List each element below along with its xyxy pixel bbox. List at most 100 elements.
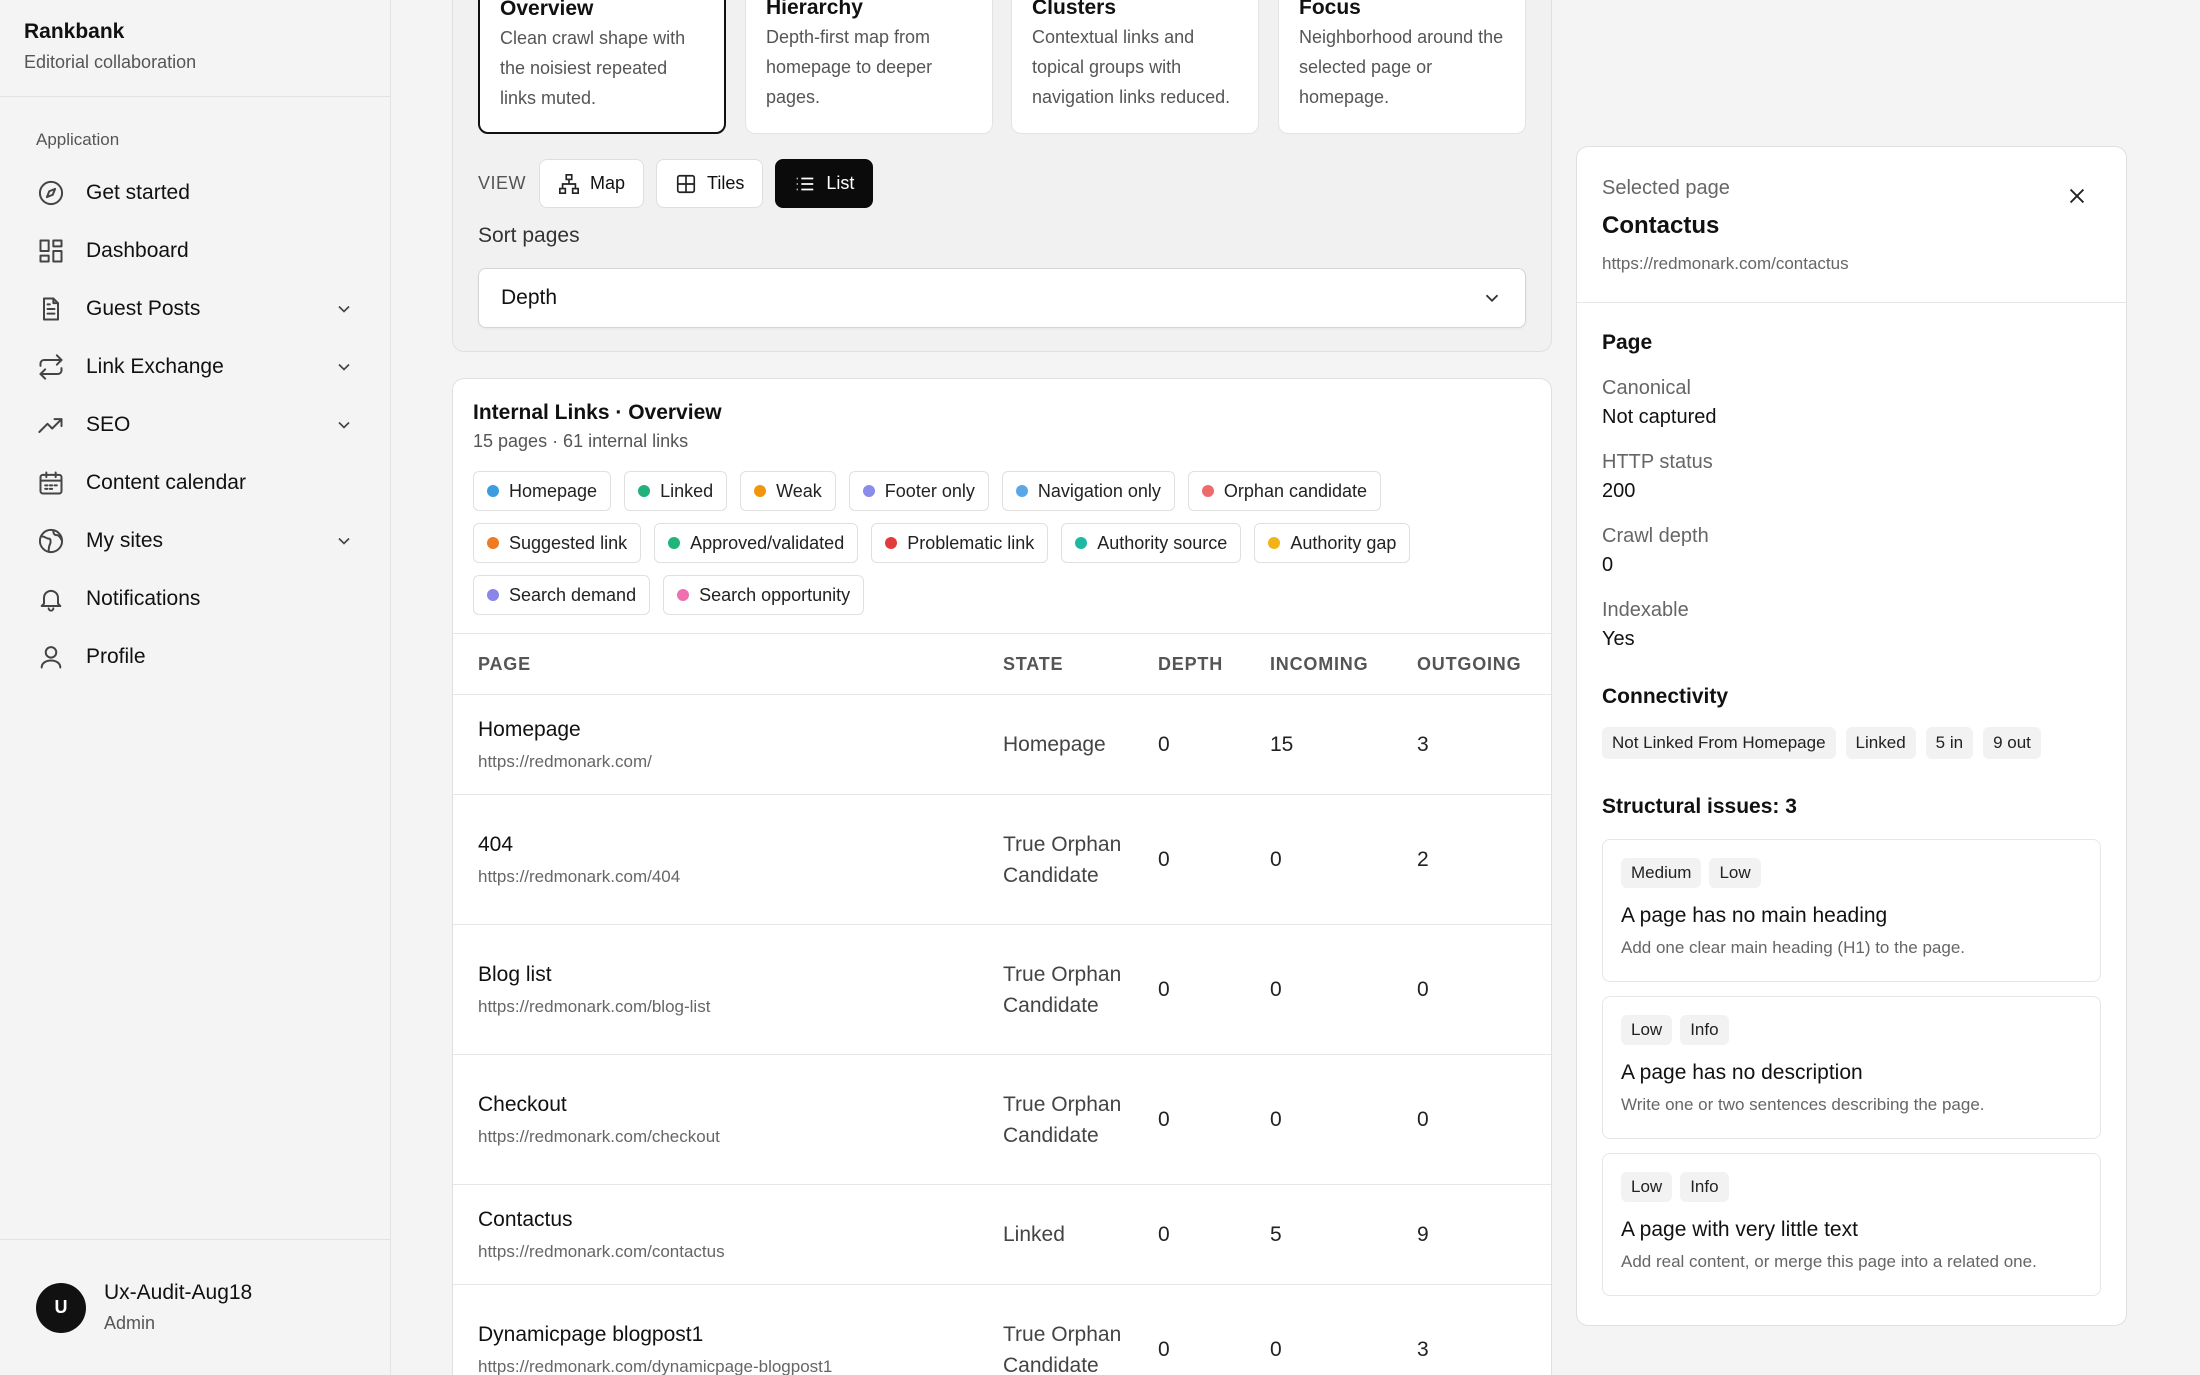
sort-select[interactable]: Depth xyxy=(478,268,1526,328)
issue-title: A page has no description xyxy=(1621,1061,1863,1084)
page-depth: 0 xyxy=(1158,977,1170,1001)
page-name: Dynamicpage blogpost1 xyxy=(478,1322,704,1346)
chevron-down-icon[interactable] xyxy=(334,415,354,435)
table-row[interactable]: Checkout https://redmonark.com/checkout T… xyxy=(453,1055,1551,1185)
page-url: https://redmonark.com/contactus xyxy=(478,1241,725,1261)
table-header: PAGE STATE DEPTH INCOMING OUTGOING xyxy=(453,633,1551,695)
page-depth: 0 xyxy=(1158,1107,1170,1131)
mode-card-focus[interactable]: Focus Neighborhood around the selected p… xyxy=(1278,0,1526,134)
page-depth: 0 xyxy=(1158,847,1170,871)
legend-dot xyxy=(1201,485,1214,497)
column-header-state[interactable]: STATE xyxy=(1003,654,1158,675)
close-button[interactable] xyxy=(2066,185,2090,209)
field-value-canonical: Not captured xyxy=(1602,406,1717,428)
legend-chip[interactable]: Linked xyxy=(624,471,728,511)
sidebar-item-get-started[interactable]: Get started xyxy=(0,164,390,222)
column-header-page[interactable]: PAGE xyxy=(453,654,1003,675)
sidebar-item-label: Notifications xyxy=(86,587,201,610)
legend-label: Authority gap xyxy=(1290,532,1397,553)
mode-card-hierarchy[interactable]: Hierarchy Depth-first map from homepage … xyxy=(745,0,993,134)
legend-chip[interactable]: Authority source xyxy=(1061,523,1242,563)
legend-chip[interactable]: Search demand xyxy=(473,575,651,615)
issue-card[interactable]: Medium Low A page has no main heading Ad… xyxy=(1602,839,2101,982)
legend-dot xyxy=(487,589,499,601)
connectivity-pill: Linked xyxy=(1845,727,1916,759)
user-menu[interactable]: U Ux-Audit-Aug18 Admin xyxy=(0,1239,390,1375)
table-row[interactable]: 404 https://redmonark.com/404 True Orphan… xyxy=(453,795,1551,925)
table-row[interactable]: Blog list https://redmonark.com/blog-list… xyxy=(453,925,1551,1055)
legend-chip[interactable]: Problematic link xyxy=(871,523,1049,563)
page-incoming: 0 xyxy=(1270,1337,1282,1361)
issue-description: Add one clear main heading (H1) to the p… xyxy=(1621,938,1966,957)
issue-tag: Low xyxy=(1709,858,1761,888)
issue-title: A page has no main heading xyxy=(1621,904,1888,927)
sidebar-item-label: SEO xyxy=(86,413,131,436)
issue-tag: Low xyxy=(1621,1172,1673,1202)
field-value-crawl-depth: 0 xyxy=(1602,554,1614,576)
mode-description: Depth-first map from homepage to deeper … xyxy=(766,27,933,107)
brand-subtitle: Editorial collaboration xyxy=(24,52,197,72)
legend-chip[interactable]: Homepage xyxy=(473,471,612,511)
field-value-http-status: 200 xyxy=(1602,480,1636,502)
legend-chip[interactable]: Weak xyxy=(740,471,836,511)
view-tiles-label: Tiles xyxy=(707,173,745,193)
sort-label: Sort pages xyxy=(478,224,580,247)
table-row[interactable]: Homepage https://redmonark.com/ Homepage … xyxy=(453,695,1551,795)
page-outgoing: 9 xyxy=(1417,1222,1429,1246)
sidebar-item-dashboard[interactable]: Dashboard xyxy=(0,222,390,280)
pages-table: PAGE STATE DEPTH INCOMING OUTGOING Homep… xyxy=(453,633,1551,1375)
legend-chip[interactable]: Orphan candidate xyxy=(1187,471,1382,511)
mode-title: Focus xyxy=(1299,0,1361,19)
legend-chip[interactable]: Search opportunity xyxy=(663,575,865,615)
chevron-down-icon[interactable] xyxy=(334,299,354,319)
table-row[interactable]: Contactus https://redmonark.com/contactus… xyxy=(453,1185,1551,1285)
sidebar-item-my-sites[interactable]: My sites xyxy=(0,512,390,570)
legend-dot xyxy=(487,537,499,549)
sidebar-item-label: Dashboard xyxy=(86,239,189,262)
issue-card[interactable]: Low Info A page with very little text Ad… xyxy=(1602,1153,2101,1296)
mode-title: Clusters xyxy=(1032,0,1117,19)
view-map-button[interactable]: Map xyxy=(539,159,645,208)
page-outgoing: 2 xyxy=(1417,847,1429,871)
view-list-button[interactable]: List xyxy=(775,159,874,208)
legend-chip[interactable]: Footer only xyxy=(848,471,989,511)
internal-links-panel: Internal Links · Overview 15 pages · 61 … xyxy=(452,378,1552,1375)
sidebar-item-profile[interactable]: Profile xyxy=(0,628,390,686)
sidebar-item-label: Content calendar xyxy=(86,471,246,494)
sidebar-item-content-calendar[interactable]: Content calendar xyxy=(0,454,390,512)
sidebar-item-notifications[interactable]: Notifications xyxy=(0,570,390,628)
page-incoming: 0 xyxy=(1270,1107,1282,1131)
legend-dot xyxy=(638,485,651,497)
legend-chip[interactable]: Authority gap xyxy=(1254,523,1411,563)
sidebar-item-seo[interactable]: SEO xyxy=(0,396,390,454)
legend-label: Navigation only xyxy=(1037,480,1161,501)
legend-chip[interactable]: Suggested link xyxy=(473,523,642,563)
selected-page-url: https://redmonark.com/contactus xyxy=(1602,254,1849,273)
issue-description: Write one or two sentences describing th… xyxy=(1621,1095,1985,1114)
page-section-title: Page xyxy=(1602,331,1653,354)
sidebar-item-label: Get started xyxy=(86,181,190,204)
legend-chip[interactable]: Approved/validated xyxy=(654,523,859,563)
page-name: Checkout xyxy=(478,1092,567,1116)
sidebar-item-guest-posts[interactable]: Guest Posts xyxy=(0,280,390,338)
legend-label: Footer only xyxy=(884,480,975,501)
legend-chip[interactable]: Navigation only xyxy=(1001,471,1175,511)
sidebar-item-link-exchange[interactable]: Link Exchange xyxy=(0,338,390,396)
column-header-outgoing[interactable]: OUTGOING xyxy=(1417,654,1551,675)
table-row[interactable]: Dynamicpage blogpost1 https://redmonark.c… xyxy=(453,1285,1551,1375)
chevron-down-icon[interactable] xyxy=(334,357,354,377)
panel-title: Internal Links · Overview xyxy=(473,401,722,424)
column-header-depth[interactable]: DEPTH xyxy=(1158,654,1270,675)
mode-card-clusters[interactable]: Clusters Contextual links and topical gr… xyxy=(1011,0,1259,134)
view-tiles-button[interactable]: Tiles xyxy=(656,159,764,208)
selected-page-header: Selected page Contactus https://redmonar… xyxy=(1577,147,2126,303)
issue-card[interactable]: Low Info A page has no description Write… xyxy=(1602,996,2101,1139)
mode-card-overview[interactable]: Overview Clean crawl shape with the nois… xyxy=(478,0,726,134)
chevron-down-icon[interactable] xyxy=(334,531,354,551)
sidebar-item-label: My sites xyxy=(86,529,164,552)
page-url: https://redmonark.com/checkout xyxy=(478,1126,720,1146)
legend-label: Orphan candidate xyxy=(1223,480,1368,501)
selected-page-title: Contactus xyxy=(1602,212,1720,239)
column-header-incoming[interactable]: INCOMING xyxy=(1270,654,1417,675)
page-state: True Orphan Candidate xyxy=(1003,1092,1122,1147)
